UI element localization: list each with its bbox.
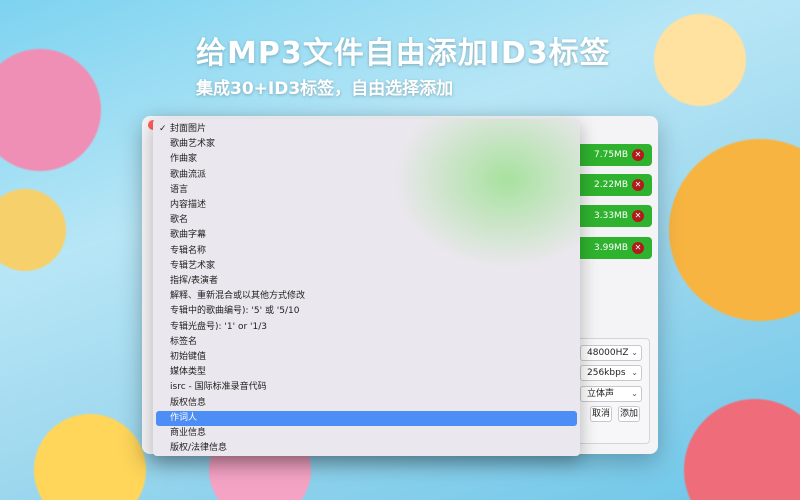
dropdown-item[interactable]: 专辑中的歌曲编号): '5' 或 '5/10 — [156, 304, 577, 319]
bitrate-select[interactable]: 256kbps ⌄ — [580, 365, 642, 381]
dropdown-item-label: 专辑光盘号): '1' or '1/3 — [170, 321, 267, 332]
dropdown-item[interactable]: 版权/法律信息 — [156, 441, 577, 456]
dropdown-item[interactable]: ✓ 封面图片 — [156, 122, 577, 137]
dropdown-item-label: 内容描述 — [170, 200, 207, 210]
file-item[interactable]: 2.22MB ✕ — [576, 174, 652, 196]
dropdown-item-label: 版权信息 — [170, 397, 207, 408]
chevron-down-icon: ⌄ — [631, 368, 638, 377]
file-item[interactable]: 3.33MB ✕ — [576, 205, 652, 227]
dropdown-item-label: 标签名 — [170, 336, 198, 347]
add-button[interactable]: 添加 — [618, 406, 640, 422]
file-size: 7.75MB — [594, 150, 628, 160]
dropdown-item-label: 作曲家 — [170, 154, 198, 165]
sample-rate-select[interactable]: 48000HZ ⌄ — [580, 345, 642, 361]
dropdown-item-label: 解释、重新混合或以其他方式修改 — [170, 291, 306, 302]
dropdown-item[interactable]: 内容描述 — [156, 198, 577, 213]
dropdown-item-label: isrc - 国际标准录音代码 — [170, 382, 267, 393]
dropdown-item[interactable]: 版权信息 — [156, 396, 577, 411]
bitrate-value: 256kbps — [587, 368, 626, 378]
dropdown-item[interactable]: 商业信息 — [156, 426, 577, 441]
dropdown-item[interactable]: 语言 — [156, 183, 577, 198]
dropdown-item-label: 歌名 — [170, 215, 189, 226]
dropdown-item-label: 商业信息 — [170, 428, 207, 438]
dropdown-item-label: 专辑名称 — [170, 245, 207, 256]
dropdown-item[interactable]: 专辑光盘号): '1' or '1/3 — [156, 320, 577, 335]
dropdown-item[interactable]: 作词人 — [156, 410, 577, 426]
dropdown-item-label: 歌曲字幕 — [170, 230, 207, 241]
dropdown-item[interactable]: 指挥/表演者 — [156, 274, 577, 289]
dropdown-item-label: 初始键值 — [170, 352, 207, 362]
dropdown-item[interactable]: 解释、重新混合或以其他方式修改 — [156, 289, 577, 304]
dropdown-item[interactable]: 歌曲流派 — [156, 168, 577, 183]
dropdown-item-label: 媒体类型 — [170, 367, 207, 378]
file-size: 3.33MB — [594, 211, 628, 221]
cancel-button[interactable]: 取消 — [590, 406, 612, 422]
dropdown-item[interactable]: 标签名 — [156, 335, 577, 350]
dropdown-item[interactable]: 歌曲艺术家 — [156, 137, 577, 152]
channel-select[interactable]: 立体声 ⌄ — [580, 386, 642, 402]
dropdown-item[interactable]: 歌名 — [156, 213, 577, 228]
dropdown-item-label: 专辑中的歌曲编号): '5' 或 '5/10 — [170, 306, 300, 317]
dropdown-item-label: 语言 — [170, 184, 189, 195]
dropdown-item-label: 专辑艺术家 — [170, 260, 216, 271]
dropdown-item[interactable]: 作曲家 — [156, 152, 577, 167]
file-size: 2.22MB — [594, 180, 628, 190]
remove-file-icon[interactable]: ✕ — [632, 179, 644, 191]
dropdown-item[interactable]: 歌曲字幕 — [156, 228, 577, 243]
dropdown-item-label: 封面图片 — [170, 124, 207, 134]
remove-file-icon[interactable]: ✕ — [632, 210, 644, 222]
id3-tag-dropdown[interactable]: ✓ 封面图片歌曲艺术家作曲家歌曲流派语言内容描述歌名歌曲字幕专辑名称专辑艺术家指挥… — [153, 119, 580, 456]
dropdown-item[interactable]: 专辑名称 — [156, 244, 577, 259]
checkmark-icon: ✓ — [159, 124, 167, 134]
dropdown-item[interactable]: 初始键值 — [156, 350, 577, 365]
dropdown-item[interactable]: isrc - 国际标准录音代码 — [156, 380, 577, 395]
promo-subline: 集成30+ID3标签，自由选择添加 — [196, 79, 454, 99]
dropdown-item-label: 歌曲艺术家 — [170, 139, 216, 150]
remove-file-icon[interactable]: ✕ — [632, 242, 644, 254]
remove-file-icon[interactable]: ✕ — [632, 149, 644, 161]
dropdown-item-label: 指挥/表演者 — [170, 276, 219, 286]
dropdown-item-label: 歌曲流派 — [170, 169, 207, 180]
file-item[interactable]: 3.99MB ✕ — [576, 237, 652, 259]
dropdown-item[interactable]: 专辑艺术家 — [156, 259, 577, 274]
chevron-down-icon: ⌄ — [631, 389, 638, 398]
dropdown-item[interactable]: 媒体类型 — [156, 365, 577, 380]
chevron-down-icon: ⌄ — [631, 348, 638, 357]
file-item[interactable]: 7.75MB ✕ — [576, 144, 652, 166]
sample-rate-value: 48000HZ — [587, 348, 629, 358]
file-size: 3.99MB — [594, 243, 628, 253]
promo-headline: 给MP3文件自由添加ID3标签 — [196, 36, 611, 71]
channel-value: 立体声 — [587, 389, 615, 399]
dropdown-item-label: 作词人 — [170, 412, 198, 423]
dropdown-item-label: 版权/法律信息 — [170, 443, 228, 454]
